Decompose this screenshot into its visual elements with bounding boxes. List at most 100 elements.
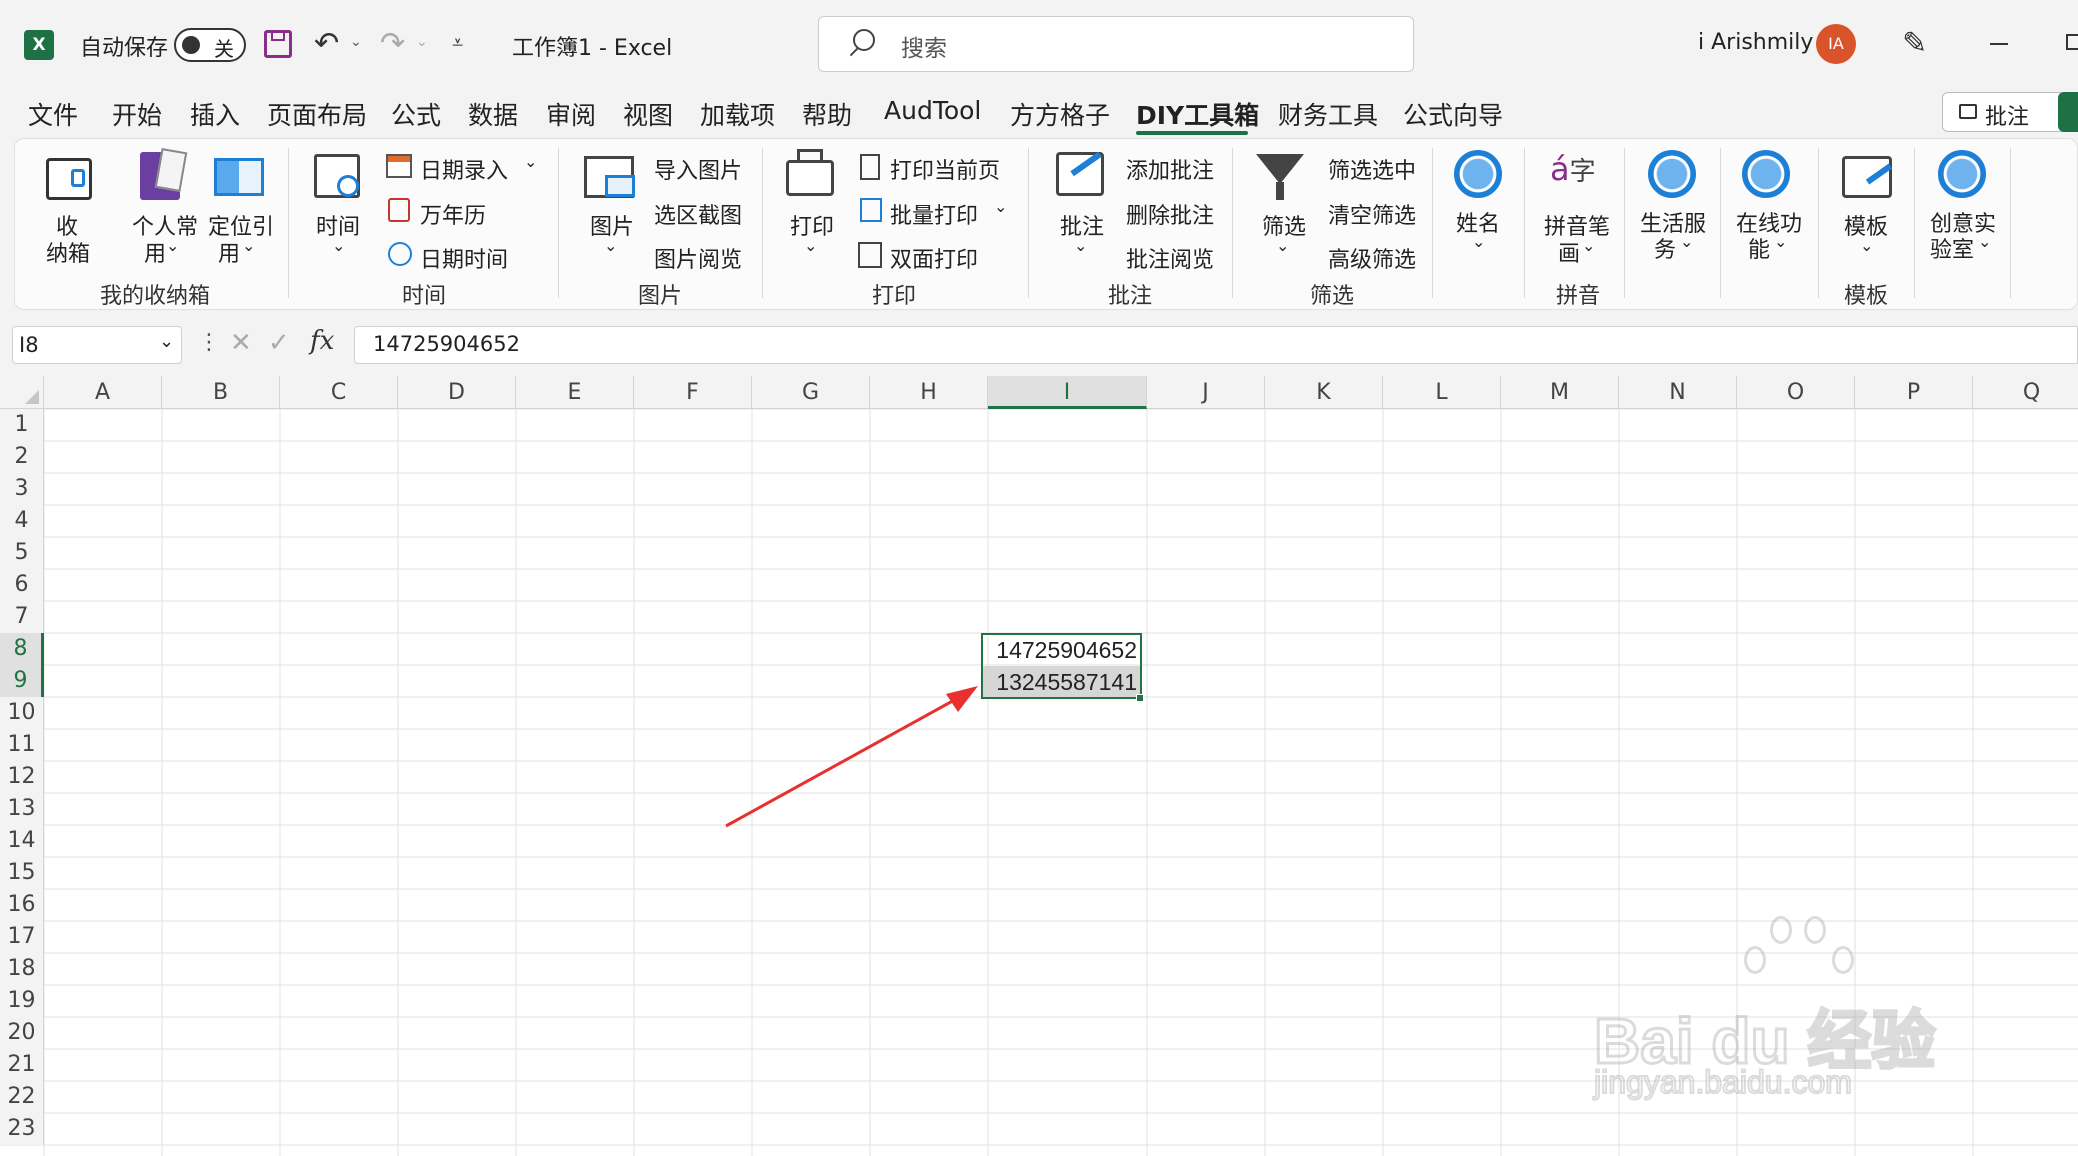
autosave-toggle[interactable]: 关 [174, 28, 246, 62]
tab-fangfang[interactable]: 方方格子 [1010, 96, 1110, 132]
column-header-J[interactable]: J [1147, 376, 1265, 409]
column-header-A[interactable]: A [44, 376, 162, 409]
formula-input[interactable]: 14725904652 [354, 326, 2078, 364]
chevron-down-icon: ⌄ [242, 236, 256, 255]
avatar[interactable]: IA [1816, 24, 1856, 64]
column-header-B[interactable]: B [162, 376, 280, 409]
undo-icon[interactable]: ↶ [314, 26, 339, 61]
tab-help[interactable]: 帮助 [802, 96, 852, 132]
row-header-19[interactable]: 19 [0, 985, 44, 1017]
select-all-button[interactable] [0, 376, 44, 409]
tab-finance[interactable]: 财务工具 [1278, 96, 1378, 132]
column-header-K[interactable]: K [1265, 376, 1383, 409]
column-header-P[interactable]: P [1855, 376, 1973, 409]
clear-filter-button[interactable]: 清空筛选 [1328, 198, 1416, 230]
delete-comment-button[interactable]: 删除批注 [1126, 198, 1214, 230]
tab-insert[interactable]: 插入 [190, 96, 240, 132]
comments-button[interactable]: 批注 [1942, 92, 2066, 132]
batch-print-icon [860, 198, 882, 222]
add-comment-button[interactable]: 添加批注 [1126, 153, 1214, 185]
row-header-5[interactable]: 5 [0, 537, 44, 569]
row-header-15[interactable]: 15 [0, 857, 44, 889]
creative-lab-label-2: 验室 [1930, 238, 1975, 263]
tab-formula-wizard[interactable]: 公式向导 [1403, 96, 1503, 132]
row-header-3[interactable]: 3 [0, 473, 44, 505]
row-header-13[interactable]: 13 [0, 793, 44, 825]
column-header-D[interactable]: D [398, 376, 516, 409]
column-header-F[interactable]: F [634, 376, 752, 409]
title-bar: X 自动保存 关 ↶ ⌄ ↷ ⌄ ⩡ 工作簿1 - Excel 搜索 i Ari… [0, 0, 2078, 88]
tab-audtool[interactable]: AudTool [884, 96, 981, 125]
duplex-print-button[interactable]: 双面打印 [890, 242, 978, 274]
customize-qat-icon[interactable]: ⩡ [452, 30, 463, 54]
column-header-O[interactable]: O [1737, 376, 1855, 409]
user-name[interactable]: i Arishmily [1698, 30, 1813, 55]
restore-icon[interactable] [2066, 34, 2078, 50]
row-header-16[interactable]: 16 [0, 889, 44, 921]
batch-print-button[interactable]: 批量打印 [890, 198, 978, 230]
tab-home[interactable]: 开始 [112, 96, 162, 132]
row-header-18[interactable]: 18 [0, 953, 44, 985]
picture-browse-button[interactable]: 图片阅览 [654, 242, 742, 274]
tab-file[interactable]: 文件 [28, 96, 78, 132]
row-header-6[interactable]: 6 [0, 569, 44, 601]
row-header-2[interactable]: 2 [0, 441, 44, 473]
row-header-20[interactable]: 20 [0, 1017, 44, 1049]
column-header-I[interactable]: I [988, 376, 1147, 409]
tab-page-layout[interactable]: 页面布局 [267, 96, 367, 132]
insert-function-icon[interactable]: fx [310, 326, 334, 356]
save-icon[interactable] [264, 30, 292, 58]
name-box[interactable]: I8 ⌄ [12, 326, 182, 364]
column-header-G[interactable]: G [752, 376, 870, 409]
column-header-H[interactable]: H [870, 376, 988, 409]
row-header-23[interactable]: 23 [0, 1113, 44, 1145]
tab-data[interactable]: 数据 [468, 96, 518, 132]
import-picture-button[interactable]: 导入图片 [654, 153, 742, 185]
row-header-12[interactable]: 12 [0, 761, 44, 793]
cancel-entry-icon[interactable]: ✕ [230, 328, 252, 358]
redo-icon[interactable]: ↷ [380, 26, 405, 61]
row-header-7[interactable]: 7 [0, 601, 44, 633]
print-page-icon [860, 154, 880, 180]
row-header-17[interactable]: 17 [0, 921, 44, 953]
tab-addins[interactable]: 加载项 [700, 96, 775, 132]
tab-review[interactable]: 审阅 [546, 96, 596, 132]
column-header-L[interactable]: L [1383, 376, 1501, 409]
row-header-21[interactable]: 21 [0, 1049, 44, 1081]
datetime-button[interactable]: 日期时间 [420, 242, 508, 274]
undo-dropdown-icon[interactable]: ⌄ [350, 34, 362, 50]
share-button[interactable] [2058, 92, 2078, 132]
fill-handle[interactable] [1136, 694, 1144, 702]
area-screenshot-button[interactable]: 选区截图 [654, 198, 742, 230]
row-header-22[interactable]: 22 [0, 1081, 44, 1113]
pen-icon[interactable]: ✎ [1902, 26, 1927, 61]
redo-dropdown-icon[interactable]: ⌄ [416, 34, 428, 50]
row-header-10[interactable]: 10 [0, 697, 44, 729]
row-header-14[interactable]: 14 [0, 825, 44, 857]
row-header-9[interactable]: 9 [0, 665, 44, 697]
perpetual-calendar-button[interactable]: 万年历 [420, 198, 486, 230]
tab-diy-toolbox[interactable]: DIY工具箱 [1136, 96, 1259, 132]
browse-comment-button[interactable]: 批注阅览 [1126, 242, 1214, 274]
row-header-1[interactable]: 1 [0, 409, 44, 441]
row-header-11[interactable]: 11 [0, 729, 44, 761]
group-divider [1624, 148, 1625, 298]
column-header-N[interactable]: N [1619, 376, 1737, 409]
more-options-icon[interactable]: ⋮ [198, 330, 220, 355]
print-current-button[interactable]: 打印当前页 [890, 153, 1000, 185]
date-entry-button[interactable]: 日期录入 [420, 153, 508, 185]
tab-formulas[interactable]: 公式 [391, 96, 441, 132]
confirm-entry-icon[interactable]: ✓ [268, 328, 290, 358]
search-box[interactable]: 搜索 [818, 16, 1414, 72]
worksheet-grid[interactable]: ABCDEFGHIJKLMNOPQ 1 2 3 4 5 6 7 8 9 10 11 12 13 14 15 1… [0, 376, 2078, 1156]
minimize-icon[interactable] [1990, 43, 2008, 45]
filter-selected-button[interactable]: 筛选选中 [1328, 153, 1416, 185]
column-header-C[interactable]: C [280, 376, 398, 409]
tab-view[interactable]: 视图 [623, 96, 673, 132]
row-header-4[interactable]: 4 [0, 505, 44, 537]
column-header-M[interactable]: M [1501, 376, 1619, 409]
advanced-filter-button[interactable]: 高级筛选 [1328, 242, 1416, 274]
column-header-E[interactable]: E [516, 376, 634, 409]
column-header-Q[interactable]: Q [1973, 376, 2078, 409]
row-header-8[interactable]: 8 [0, 633, 44, 665]
